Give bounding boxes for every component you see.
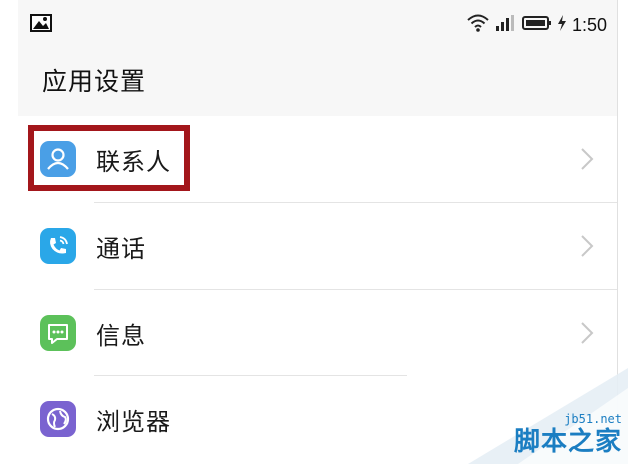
chevron-right-icon	[579, 146, 595, 172]
status-icons: 1:50	[466, 12, 607, 38]
browser-icon	[40, 401, 76, 437]
list-item-label: 信息	[96, 322, 146, 350]
list-item-label: 通话	[96, 235, 146, 263]
page-title: 应用设置	[42, 67, 147, 96]
watermark-name: 脚本之家	[513, 427, 622, 457]
image-icon	[30, 14, 52, 32]
chevron-right-icon	[579, 320, 595, 346]
signal-icon	[495, 14, 517, 36]
list-item-label: 浏览器	[96, 408, 171, 436]
chevron-right-icon	[579, 233, 595, 259]
status-bar: 1:50	[18, 0, 617, 52]
list-item-messages[interactable]: 信息	[18, 290, 617, 376]
highlight-annotation	[28, 125, 190, 191]
phone-icon	[40, 228, 76, 264]
message-icon	[40, 315, 76, 351]
charging-icon	[557, 14, 567, 36]
list-item-calls[interactable]: 通话	[18, 203, 617, 289]
battery-icon	[521, 15, 552, 35]
status-time: 1:50	[571, 14, 607, 35]
watermark: jb51.net 脚本之家	[408, 368, 628, 464]
wifi-icon	[466, 13, 490, 37]
